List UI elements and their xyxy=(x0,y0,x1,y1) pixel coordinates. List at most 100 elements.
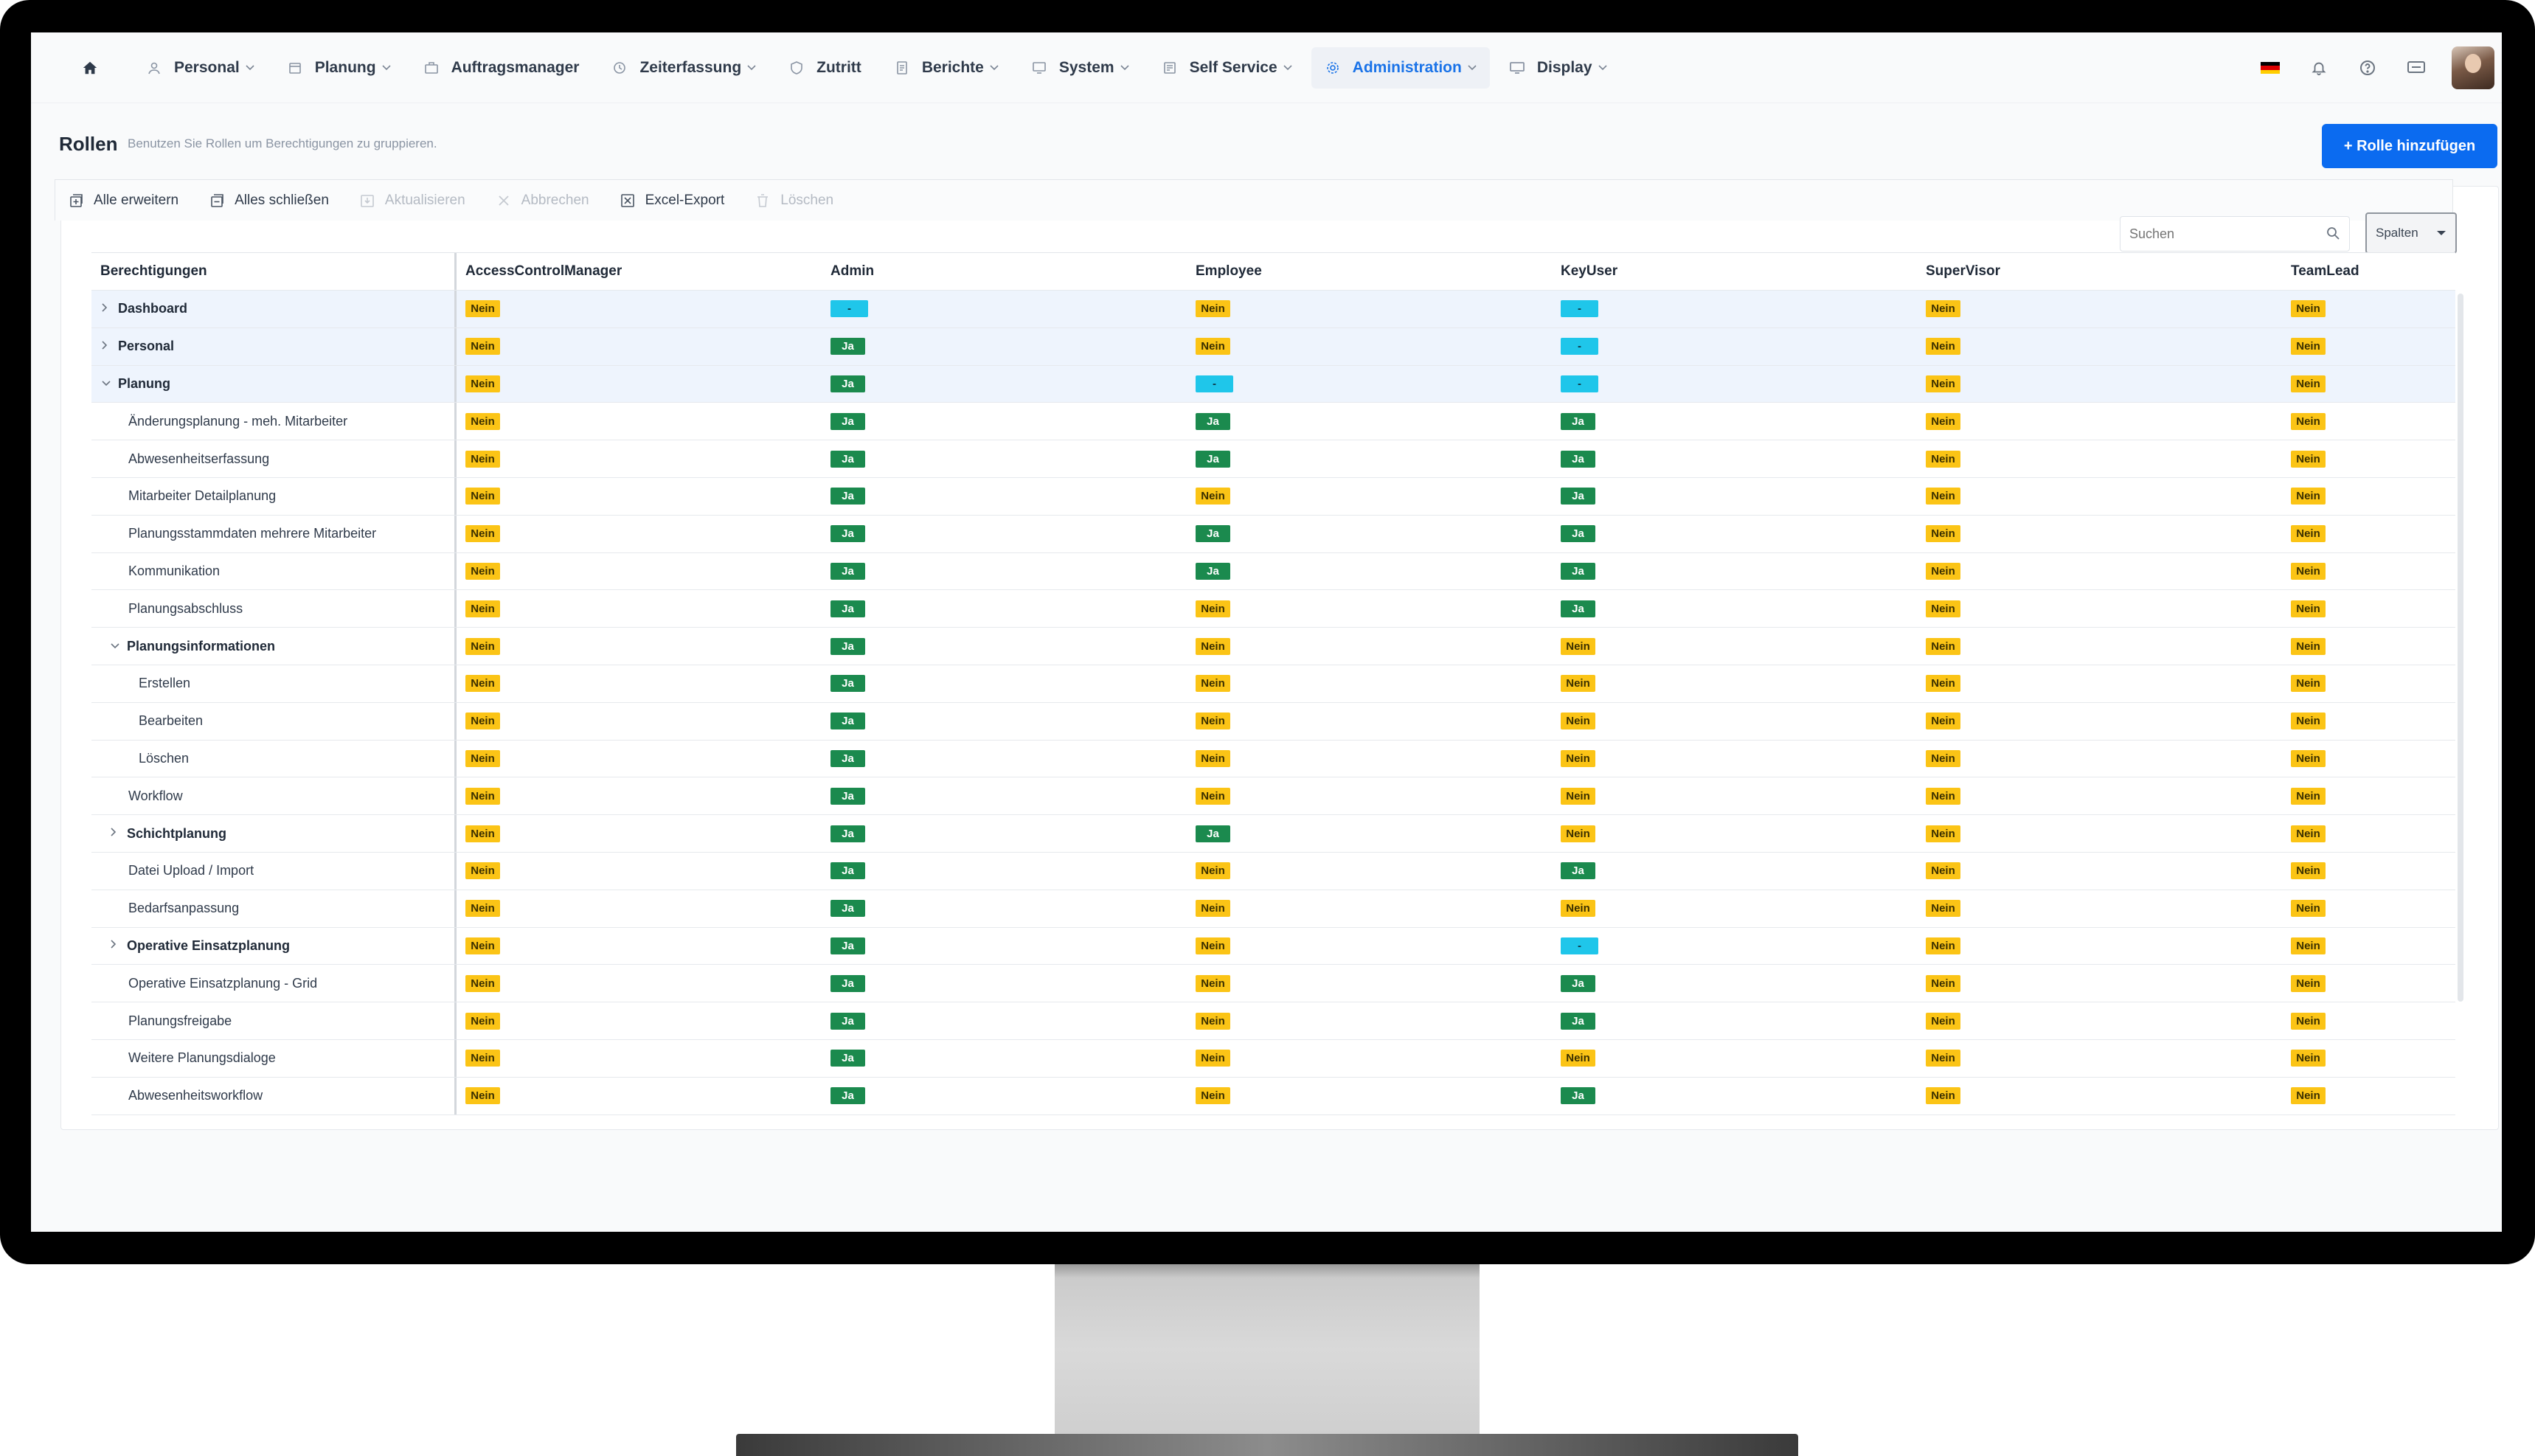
permission-value-cell[interactable]: Ja xyxy=(1552,1078,1917,1114)
permission-value-cell[interactable]: Ja xyxy=(822,366,1187,403)
excel-export-button[interactable]: Excel-Export xyxy=(607,186,737,215)
expand-all-button[interactable]: Alle erweitern xyxy=(55,186,190,215)
permission-value-cell[interactable]: Ja xyxy=(822,815,1187,852)
table-row[interactable]: Personal Nein Ja Nein - Nein Nein xyxy=(91,327,2455,366)
permission-value-cell[interactable]: - xyxy=(1552,291,1917,327)
table-row[interactable]: Workflow Nein Ja Nein Nein Nein Nein xyxy=(91,777,2455,816)
chevron-right-icon[interactable] xyxy=(111,827,127,840)
add-role-button[interactable]: + Rolle hinzufügen xyxy=(2322,124,2497,168)
table-row[interactable]: Bearbeiten Nein Ja Nein Nein Nein Nein xyxy=(91,702,2455,741)
table-row[interactable]: Operative Einsatzplanung Nein Ja Nein - Nein N… xyxy=(91,927,2455,966)
permission-value-cell[interactable]: Nein xyxy=(1187,777,1552,814)
permission-value-cell[interactable]: Nein xyxy=(1917,291,2282,327)
permission-value-cell[interactable]: Nein xyxy=(1917,965,2282,1002)
permission-value-cell[interactable]: Nein xyxy=(1917,516,2282,552)
permission-value-cell[interactable]: Ja xyxy=(1552,965,1917,1002)
chevron-right-icon[interactable] xyxy=(102,302,118,316)
column-header-accesscontrolmanager[interactable]: AccessControlManager xyxy=(457,253,822,290)
permission-value-cell[interactable]: Nein xyxy=(1187,741,1552,777)
permission-value-cell[interactable]: Nein xyxy=(1552,815,1917,852)
permission-value-cell[interactable]: Nein xyxy=(2282,853,2453,890)
permission-value-cell[interactable]: Ja xyxy=(1552,1002,1917,1039)
permission-value-cell[interactable]: Nein xyxy=(1552,1040,1917,1077)
permission-value-cell[interactable]: Nein xyxy=(457,853,822,890)
table-row[interactable]: Planungsstammdaten mehrere Mitarbeiter Ne… xyxy=(91,515,2455,553)
permission-value-cell[interactable]: Nein xyxy=(2282,553,2453,590)
permission-value-cell[interactable]: Nein xyxy=(1917,815,2282,852)
permission-value-cell[interactable]: Nein xyxy=(1552,628,1917,665)
nav-item-berichte[interactable]: Berichte xyxy=(881,47,1012,89)
permission-value-cell[interactable]: Ja xyxy=(822,516,1187,552)
permission-value-cell[interactable]: Nein xyxy=(457,890,822,927)
permission-value-cell[interactable]: Nein xyxy=(457,366,822,403)
collapse-all-button[interactable]: Alles schließen xyxy=(196,186,341,215)
nav-item-self-service[interactable]: Self Service xyxy=(1148,47,1305,89)
column-header-keyuser[interactable]: KeyUser xyxy=(1552,253,1917,290)
permission-value-cell[interactable]: Ja xyxy=(1552,516,1917,552)
permission-value-cell[interactable]: Nein xyxy=(1187,965,1552,1002)
permission-value-cell[interactable]: Nein xyxy=(2282,516,2453,552)
table-row[interactable]: Datei Upload / Import Nein Ja Nein Ja Nein Nei… xyxy=(91,852,2455,890)
permission-value-cell[interactable]: Nein xyxy=(1917,1078,2282,1114)
permission-value-cell[interactable]: Ja xyxy=(1187,403,1552,440)
permission-value-cell[interactable]: Nein xyxy=(457,516,822,552)
table-row[interactable]: Schichtplanung Nein Ja Ja Nein Nein Nein xyxy=(91,815,2455,853)
chevron-right-icon[interactable] xyxy=(102,340,118,353)
permission-value-cell[interactable]: Nein xyxy=(2282,478,2453,515)
permission-value-cell[interactable]: Ja xyxy=(822,1040,1187,1077)
permission-value-cell[interactable]: Nein xyxy=(1917,665,2282,702)
permission-value-cell[interactable]: Nein xyxy=(1917,703,2282,740)
permission-value-cell[interactable]: Nein xyxy=(457,928,822,965)
permission-value-cell[interactable]: - xyxy=(1552,366,1917,403)
permission-value-cell[interactable]: Nein xyxy=(2282,1078,2453,1114)
permission-value-cell[interactable]: Nein xyxy=(1917,628,2282,665)
permission-value-cell[interactable]: - xyxy=(1552,328,1917,365)
permission-value-cell[interactable]: Ja xyxy=(1552,590,1917,627)
permission-value-cell[interactable]: Nein xyxy=(2282,890,2453,927)
nav-item-personal[interactable]: Personal xyxy=(133,47,268,89)
table-row[interactable]: Dashboard Nein - Nein - Nein Nein xyxy=(91,291,2455,328)
permission-value-cell[interactable]: Ja xyxy=(822,741,1187,777)
vertical-scrollbar[interactable] xyxy=(2458,294,2463,1002)
table-row[interactable]: Kommunikation Nein Ja Ja Ja Nein Nein xyxy=(91,552,2455,591)
permission-value-cell[interactable]: Ja xyxy=(822,403,1187,440)
permission-value-cell[interactable]: Nein xyxy=(1187,1078,1552,1114)
permission-value-cell[interactable]: Ja xyxy=(1187,516,1552,552)
permission-value-cell[interactable]: Nein xyxy=(2282,328,2453,365)
table-row[interactable]: Planungsfreigabe Nein Ja Nein Ja Nein Nein xyxy=(91,1002,2455,1040)
permission-value-cell[interactable]: Nein xyxy=(2282,440,2453,477)
permission-value-cell[interactable]: Nein xyxy=(1552,665,1917,702)
permission-value-cell[interactable]: Nein xyxy=(2282,928,2453,965)
permission-value-cell[interactable]: Nein xyxy=(457,291,822,327)
permission-value-cell[interactable]: Nein xyxy=(1917,403,2282,440)
table-row[interactable]: Abwesenheitsworkflow Nein Ja Nein Ja Nein Nein xyxy=(91,1077,2455,1115)
user-avatar[interactable] xyxy=(2452,46,2494,89)
permission-value-cell[interactable]: - xyxy=(1187,366,1552,403)
permission-value-cell[interactable]: Nein xyxy=(2282,628,2453,665)
permission-value-cell[interactable]: Nein xyxy=(1917,553,2282,590)
permission-value-cell[interactable]: Nein xyxy=(1187,665,1552,702)
chevron-down-icon[interactable] xyxy=(102,377,118,390)
permission-value-cell[interactable]: Ja xyxy=(822,965,1187,1002)
table-row[interactable]: Änderungsplanung - meh. Mitarbeiter Nein J… xyxy=(91,403,2455,441)
permission-value-cell[interactable]: Nein xyxy=(1187,291,1552,327)
home-icon[interactable] xyxy=(75,53,105,83)
permission-value-cell[interactable]: Nein xyxy=(1552,777,1917,814)
permission-value-cell[interactable]: Nein xyxy=(2282,815,2453,852)
permission-value-cell[interactable]: Nein xyxy=(457,440,822,477)
table-row[interactable]: Erstellen Nein Ja Nein Nein Nein Nein xyxy=(91,665,2455,703)
permission-value-cell[interactable]: Ja xyxy=(1552,478,1917,515)
delete-button[interactable]: Löschen xyxy=(742,186,845,215)
permission-value-cell[interactable]: Nein xyxy=(1187,853,1552,890)
nav-item-auftragsmanager[interactable]: Auftragsmanager xyxy=(410,47,593,89)
table-row[interactable]: Bedarfsanpassung Nein Ja Nein Nein Nein Nein xyxy=(91,890,2455,928)
permission-value-cell[interactable]: Nein xyxy=(2282,777,2453,814)
permission-value-cell[interactable]: Nein xyxy=(1917,741,2282,777)
permission-value-cell[interactable]: Nein xyxy=(457,628,822,665)
table-row[interactable]: Operative Einsatzplanung - Grid Nein Ja Nei… xyxy=(91,965,2455,1003)
chevron-down-icon[interactable] xyxy=(111,639,127,653)
permission-value-cell[interactable]: Nein xyxy=(1917,366,2282,403)
permission-value-cell[interactable]: Nein xyxy=(457,403,822,440)
permission-value-cell[interactable]: Nein xyxy=(1917,1002,2282,1039)
nav-item-administration[interactable]: Administration xyxy=(1311,46,1490,89)
